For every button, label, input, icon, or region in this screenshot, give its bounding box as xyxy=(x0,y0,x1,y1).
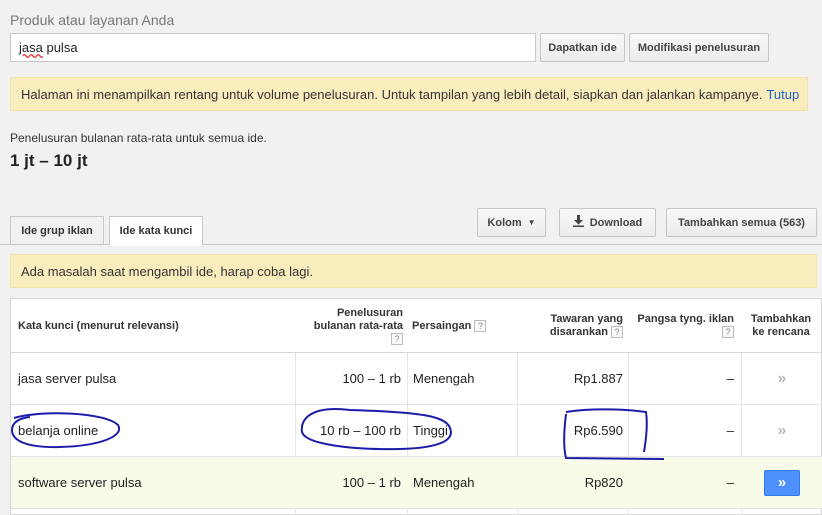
bid-cell: Rp820 xyxy=(584,475,623,490)
header-keyword[interactable]: Kata kunci (menurut relevansi) xyxy=(18,320,179,332)
share-cell: – xyxy=(726,423,734,438)
range-notice-text: Halaman ini menampilkan rentang untuk vo… xyxy=(21,86,763,102)
help-icon[interactable]: ? xyxy=(722,326,734,338)
searches-cell: 100 – 1 rb xyxy=(342,475,401,490)
columns-button[interactable]: Kolom ▼ xyxy=(477,208,546,237)
error-notice: Ada masalah saat mengambil ide, harap co… xyxy=(10,254,817,288)
header-add-line2: ke rencana xyxy=(752,326,810,338)
add-all-button[interactable]: Tambahkan semua (563) xyxy=(666,208,817,237)
bid-cell: Rp6.590 xyxy=(573,423,623,438)
add-to-plan-icon[interactable]: » xyxy=(778,422,787,440)
search-input-misspelled-word: jasa xyxy=(19,40,43,55)
table-row[interactable]: belanja online 10 rb – 100 rb Tinggi Rp6… xyxy=(11,405,822,457)
header-add-line1: Tambahkan xyxy=(750,313,812,325)
tab-keyword-ideas[interactable]: Ide kata kunci xyxy=(109,216,203,246)
header-searches-line2: bulanan rata-rata xyxy=(313,320,403,332)
search-input-text: pulsa xyxy=(42,40,78,55)
download-icon xyxy=(572,215,584,230)
header-searches[interactable]: Penelusuran bulanan rata-rata ? xyxy=(314,307,403,346)
bid-cell: Rp1.887 xyxy=(573,371,623,386)
range-notice: Halaman ini menampilkan rentang untuk vo… xyxy=(10,77,808,111)
avg-searches-label: Penelusuran bulanan rata-rata untuk semu… xyxy=(10,131,267,145)
competition-cell: Tinggi xyxy=(413,423,448,438)
searches-cell: 10 rb – 100 rb xyxy=(320,423,401,438)
keyword-cell: belanja online xyxy=(18,423,99,438)
table-header: Kata kunci (menurut relevansi) Penelusur… xyxy=(11,299,822,353)
searches-cell: 100 – 1 rb xyxy=(342,371,401,386)
table-row[interactable]: jasa server pulsa 100 – 1 rb Menengah Rp… xyxy=(11,353,822,405)
chevron-down-icon: ▼ xyxy=(527,218,536,227)
table-row[interactable]: software server pulsa 100 – 1 rb Menenga… xyxy=(11,457,822,509)
keyword-cell: software server pulsa xyxy=(18,475,142,490)
competition-cell: Menengah xyxy=(413,475,475,490)
add-to-plan-button[interactable]: » xyxy=(764,469,800,496)
tab-ad-group-ideas[interactable]: Ide grup iklan xyxy=(10,216,104,245)
help-icon[interactable]: ? xyxy=(391,333,403,345)
header-competition[interactable]: Persaingan ? xyxy=(412,320,487,332)
header-share-label: Pangsa tyng. iklan xyxy=(637,313,734,325)
header-searches-line1: Penelusuran xyxy=(336,307,403,319)
columns-label: Kolom xyxy=(487,216,522,229)
keyword-table: Kata kunci (menurut relevansi) Penelusur… xyxy=(10,298,822,515)
avg-searches-value: 1 jt – 10 jt xyxy=(10,151,88,170)
header-competition-label: Persaingan xyxy=(412,320,472,332)
close-notice-link[interactable]: Tutup xyxy=(766,87,799,102)
header-bid-line1: Tawaran yang xyxy=(550,313,623,325)
header-bid-line2: disarankan xyxy=(549,326,608,338)
header-add-to-plan: Tambahkan ke rencana xyxy=(743,313,819,339)
help-icon[interactable]: ? xyxy=(474,320,487,332)
header-ad-share[interactable]: Pangsa tyng. iklan ? xyxy=(637,313,734,339)
product-label: Produk atau layanan Anda xyxy=(10,12,175,28)
download-button[interactable]: Download xyxy=(559,208,656,237)
search-input[interactable]: jasa pulsa xyxy=(10,33,536,62)
download-label: Download xyxy=(589,216,643,229)
share-cell: – xyxy=(726,475,734,490)
keyword-cell: jasa server pulsa xyxy=(18,371,117,386)
get-ideas-button[interactable]: Dapatkan ide xyxy=(540,33,625,62)
help-icon[interactable]: ? xyxy=(611,326,623,338)
header-suggested-bid[interactable]: Tawaran yang disarankan ? xyxy=(550,313,623,339)
add-to-plan-icon[interactable]: » xyxy=(778,370,787,388)
error-notice-text: Ada masalah saat mengambil ide, harap co… xyxy=(21,263,313,279)
share-cell: – xyxy=(726,371,734,386)
modify-search-button[interactable]: Modifikasi penelusuran xyxy=(629,33,769,62)
competition-cell: Menengah xyxy=(413,371,475,386)
